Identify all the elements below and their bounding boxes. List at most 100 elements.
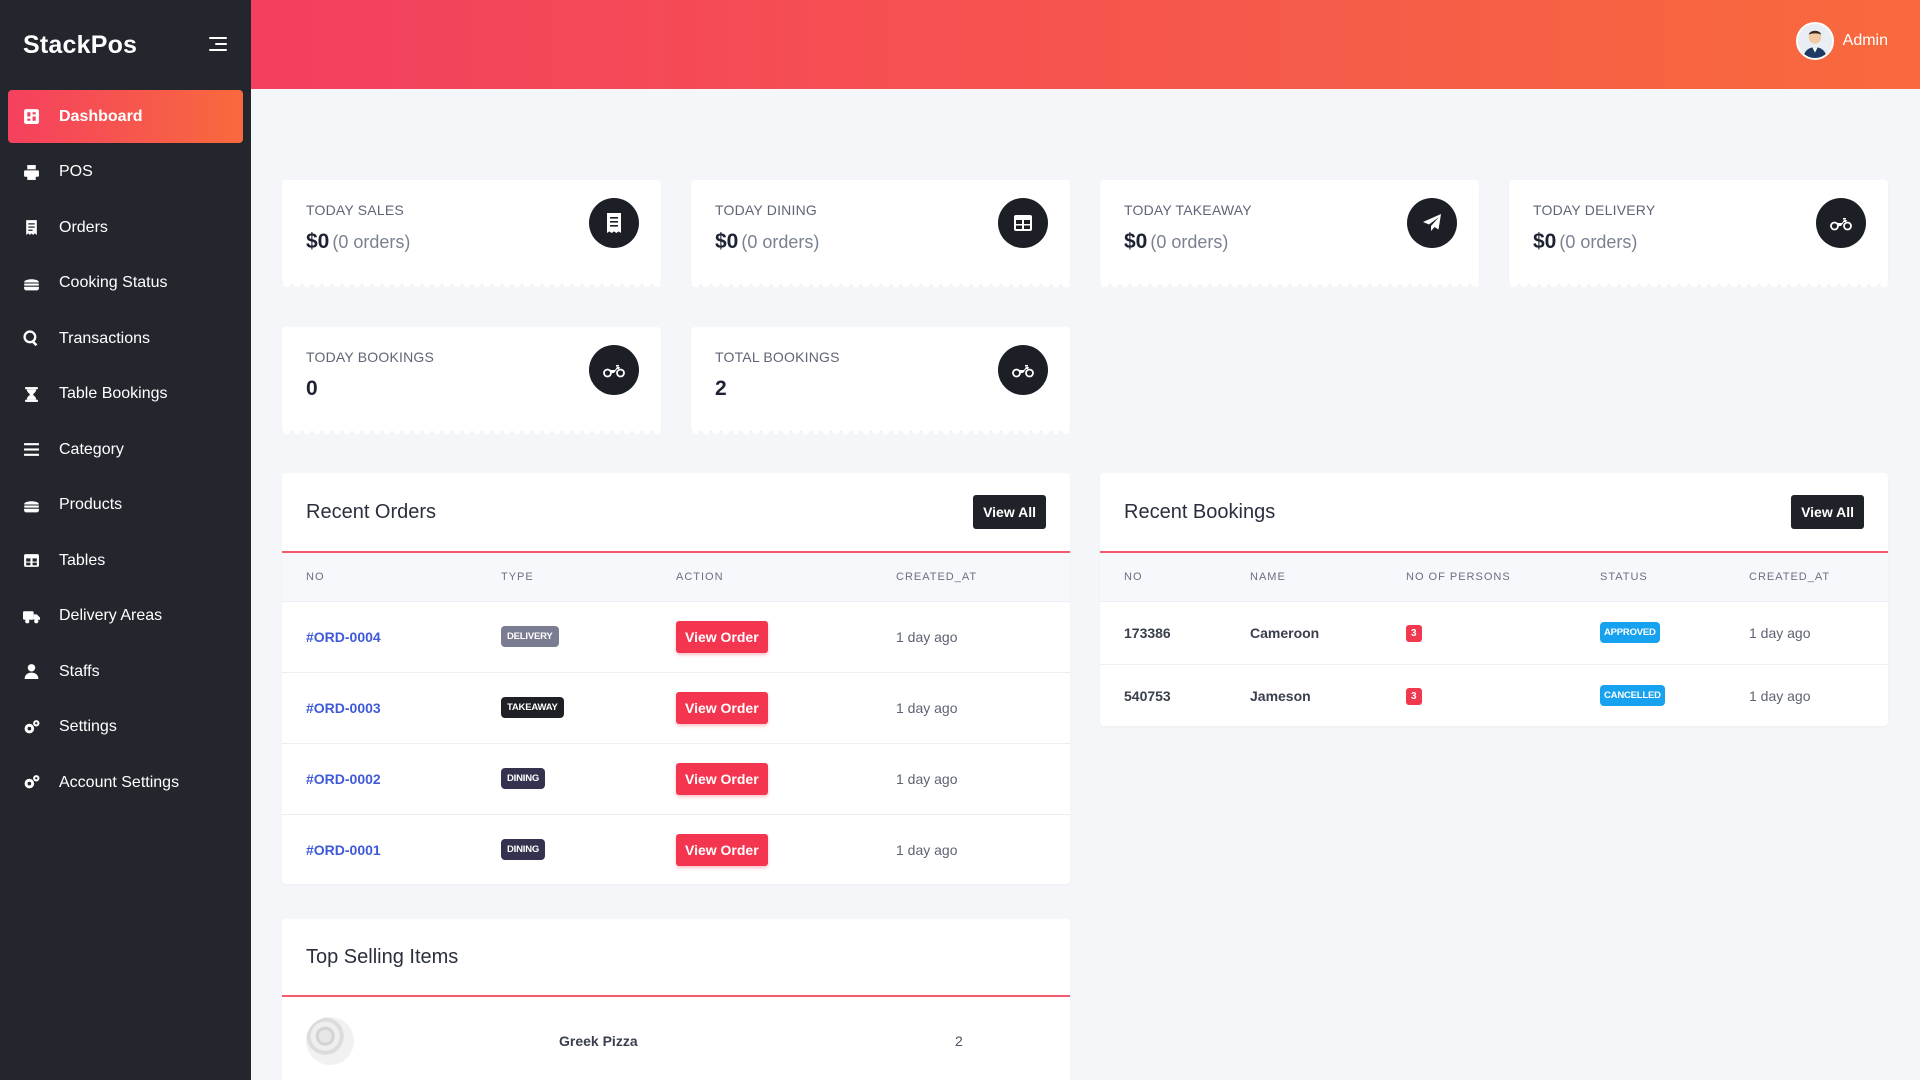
table-header-row: NO TYPE ACTION CREATED_AT — [282, 553, 1070, 602]
view-order-button[interactable]: View Order — [676, 620, 768, 653]
sidebar-item-label: Dashboard — [59, 107, 143, 125]
sidebar-item-category[interactable]: Category — [8, 423, 243, 476]
stat-label: TODAY DINING — [715, 202, 817, 218]
sidebar-item-label: POS — [59, 163, 93, 180]
table-icon — [22, 552, 40, 570]
view-order-button[interactable]: View Order — [676, 691, 768, 724]
avatar[interactable] — [1795, 22, 1834, 60]
table-icon — [998, 198, 1048, 248]
created-at: 1 day ago — [1749, 687, 1811, 704]
table-row: 173386 Cameroon 3 APPROVED 1 day ago — [1100, 601, 1888, 665]
order-type-badge: DINING — [501, 768, 546, 789]
panel-title: Recent Bookings — [1124, 500, 1276, 523]
main-content: TODAY SALES $0 (0 orders) TODAY DINING $0… — [251, 89, 1920, 1080]
table-row: 540753 Jameson 3 CANCELLED 1 day ago — [1100, 664, 1888, 727]
status-badge: CANCELLED — [1600, 685, 1665, 707]
sidebar-item-delivery-areas[interactable]: Delivery Areas — [8, 590, 243, 643]
column-header: ACTION — [652, 553, 872, 602]
created-at: 1 day ago — [1725, 601, 1888, 665]
created-at: 1 day ago — [872, 672, 1070, 744]
column-header: NO — [282, 553, 477, 602]
stat-value: $0 (0 orders) — [1124, 230, 1455, 254]
sidebar-item-label: Settings — [59, 718, 117, 735]
stat-value: $0 (0 orders) — [1533, 230, 1864, 254]
stat-card-today-takeaway: TODAY TAKEAWAY $0 (0 orders) — [1100, 180, 1479, 289]
stat-card-today-delivery: TODAY DELIVERY $0 (0 orders) — [1509, 180, 1888, 289]
sidebar-item-account-settings[interactable]: Account Settings — [8, 756, 243, 809]
sidebar-item-table-bookings[interactable]: Table Bookings — [8, 368, 243, 421]
topbar: Admin — [251, 0, 1920, 89]
order-number-link[interactable]: #ORD-0002 — [306, 771, 381, 787]
stat-amount: $0 — [1124, 230, 1148, 253]
sidebar-item-label: Products — [59, 496, 123, 513]
order-number-link[interactable]: #ORD-0001 — [306, 842, 381, 858]
table-header-row: NO NAME NO OF PERSONS STATUS CREATED_AT — [1100, 553, 1888, 602]
stat-value: 2 — [715, 377, 727, 400]
product-quantity: 2 — [955, 1032, 963, 1049]
sidebar-item-pos[interactable]: POS — [8, 146, 243, 199]
stat-sub: (0 orders) — [1559, 232, 1638, 252]
menu-toggle-icon[interactable] — [205, 37, 227, 53]
user-icon — [22, 663, 40, 681]
burger-icon — [22, 274, 40, 292]
sidebar-item-orders[interactable]: Orders — [8, 201, 243, 254]
stat-amount: $0 — [715, 230, 739, 253]
panel-header: Recent Bookings View All — [1100, 473, 1888, 553]
column-header: TYPE — [477, 553, 652, 602]
persons-badge: 3 — [1406, 688, 1422, 706]
booking-number: 173386 — [1100, 601, 1226, 665]
cogs-icon — [22, 718, 40, 736]
brand-logo[interactable]: StackPos — [23, 31, 137, 60]
order-type-badge: DINING — [501, 839, 546, 861]
order-type-badge: TAKEAWAY — [501, 697, 564, 718]
panel-header: Recent Orders View All — [282, 473, 1070, 553]
product-thumbnail — [306, 1016, 354, 1065]
stat-card-today-bookings: TODAY BOOKINGS 0 — [282, 327, 661, 436]
sidebar: StackPos Dashboard POS Orders Cooking St… — [0, 0, 251, 1080]
sidebar-item-staffs[interactable]: Staffs — [8, 645, 243, 698]
stat-value: $0 (0 orders) — [306, 230, 637, 254]
created-at: 1 day ago — [872, 743, 1070, 815]
receipt-icon — [589, 198, 639, 248]
stat-sub: (0 orders) — [332, 232, 411, 252]
stat-card-total-bookings: TOTAL BOOKINGS 2 — [691, 327, 1070, 436]
user-menu[interactable]: Admin — [1795, 22, 1888, 60]
sidebar-item-transactions[interactable]: Transactions — [8, 312, 243, 365]
sidebar-item-settings[interactable]: Settings — [8, 701, 243, 754]
sidebar-item-products[interactable]: Products — [8, 479, 243, 532]
order-number-link[interactable]: #ORD-0004 — [306, 629, 381, 645]
column-header: NO OF PERSONS — [1382, 553, 1576, 602]
stat-label: TOTAL BOOKINGS — [715, 349, 840, 365]
recent-orders-panel: Recent Orders View All NO TYPE ACTION CR… — [282, 473, 1070, 884]
list-icon — [22, 441, 40, 459]
search-dollar-icon — [22, 330, 40, 348]
panel-title: Recent Orders — [306, 500, 437, 523]
sidebar-item-tables[interactable]: Tables — [8, 534, 243, 587]
recent-bookings-table: NO NAME NO OF PERSONS STATUS CREATED_AT … — [1100, 553, 1888, 727]
stat-value: 0 — [306, 377, 318, 400]
order-number-link[interactable]: #ORD-0003 — [306, 700, 381, 716]
column-header: NAME — [1226, 553, 1382, 602]
view-order-button[interactable]: View Order — [676, 762, 768, 795]
user-name: Admin — [1842, 32, 1888, 49]
stat-label: TODAY BOOKINGS — [306, 349, 435, 365]
sidebar-item-dashboard[interactable]: Dashboard — [8, 90, 243, 143]
view-all-orders-button[interactable]: View All — [973, 495, 1046, 529]
booking-name: Cameroon — [1226, 601, 1382, 665]
stat-card-today-dining: TODAY DINING $0 (0 orders) — [691, 180, 1070, 289]
paper-plane-icon — [1407, 198, 1457, 248]
cogs-icon — [22, 774, 40, 792]
sidebar-item-label: Delivery Areas — [59, 607, 163, 624]
printer-icon — [22, 163, 40, 181]
list-item: Greek Pizza 2 — [282, 997, 1070, 1080]
sidebar-item-cooking-status[interactable]: Cooking Status — [8, 257, 243, 310]
dashboard-icon — [22, 108, 40, 126]
stat-label: TODAY DELIVERY — [1533, 202, 1656, 218]
view-order-button[interactable]: View Order — [676, 833, 768, 866]
stat-sub: (0 orders) — [741, 232, 820, 252]
view-all-bookings-button[interactable]: View All — [1791, 495, 1864, 529]
sidebar-nav: Dashboard POS Orders Cooking Status Tran… — [0, 90, 251, 809]
recent-orders-table: NO TYPE ACTION CREATED_AT #ORD-0004 DELI… — [282, 553, 1070, 885]
created-at: 1 day ago — [872, 601, 1070, 673]
sidebar-item-label: Orders — [59, 218, 108, 236]
